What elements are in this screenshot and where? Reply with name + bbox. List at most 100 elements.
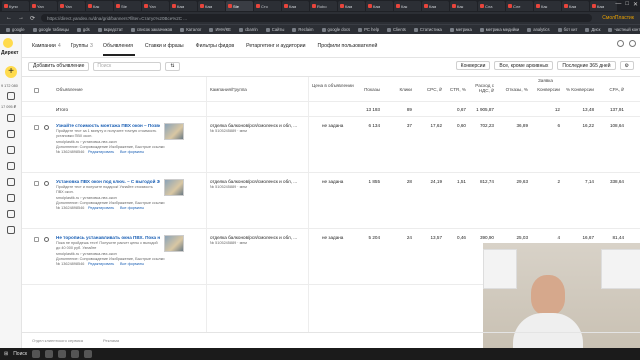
browser-tab[interactable]: Кам [422, 1, 449, 11]
browser-tab[interactable]: Ste [226, 1, 253, 11]
ad-title[interactable]: Не торопись устанавливать окна ПВХ. Пока… [56, 235, 160, 240]
browser-tab[interactable]: Кам [338, 1, 365, 11]
ad-formats-link[interactable]: Все форматы [120, 206, 144, 211]
campaign-name[interactable]: отделка балконов/рся/смоленск и обл, ... [210, 123, 304, 128]
browser-tab[interactable]: Как [394, 1, 421, 11]
taskbar-app-icon[interactable] [58, 350, 67, 358]
topnav-tab[interactable]: Ретаргетинг и аудитории [246, 43, 307, 49]
browser-tab[interactable]: Кам [170, 1, 197, 11]
tools-icon[interactable] [7, 146, 15, 154]
browser-tab[interactable]: Сле [506, 1, 533, 11]
browser-tab[interactable]: Сла [478, 1, 505, 11]
taskbar-app-icon[interactable] [84, 350, 93, 358]
browser-tab[interactable]: Кам [282, 1, 309, 11]
col-ctr[interactable]: CTR, % [442, 87, 466, 92]
browser-tab[interactable]: Кам [562, 1, 589, 11]
bookmark-item[interactable]: Статистика [414, 27, 442, 32]
col-ad[interactable]: Объявление [56, 87, 83, 92]
topnav-tab[interactable]: Профили пользователей [318, 43, 380, 49]
row-gear-icon[interactable] [44, 125, 49, 130]
ad-price[interactable]: не задана [322, 235, 343, 240]
create-plus-button[interactable]: + [5, 66, 17, 78]
campaigns-icon[interactable] [7, 114, 15, 122]
bookmark-item[interactable]: google [6, 27, 25, 32]
settings-icon[interactable] [7, 210, 15, 218]
browser-tab[interactable]: Robo [310, 1, 337, 11]
user-avatar-icon[interactable] [629, 40, 636, 47]
col-impressions[interactable]: Показы [352, 87, 380, 92]
browser-tab[interactable]: Как [450, 1, 477, 11]
browser-tab[interactable]: Кам [590, 1, 617, 11]
campaign-name[interactable]: отделка балконов/рся/смоленск и обл, ... [210, 179, 304, 184]
col-cpa[interactable]: CPA, ₽ [598, 87, 624, 92]
reload-icon[interactable]: ⟳ [30, 15, 35, 22]
help-icon[interactable] [7, 226, 15, 234]
url-field[interactable]: https://direct.yandex.ru/dna/grid/banner… [41, 14, 593, 22]
col-clicks[interactable]: Клики [386, 87, 413, 92]
library-icon[interactable] [7, 194, 15, 202]
taskbar-app-icon[interactable] [32, 350, 41, 358]
row-gear-icon[interactable] [44, 181, 49, 186]
bookmark-item[interactable]: метрика [450, 27, 472, 32]
browser-tab[interactable]: Как [534, 1, 561, 11]
row-gear-icon[interactable] [44, 237, 49, 242]
bookmark-item[interactable]: бот кит [558, 27, 578, 32]
col-price[interactable]: Цена в объявлении [312, 83, 356, 88]
campaign-name[interactable]: отделка балконов/рся/смоленск и обл, ... [210, 235, 304, 240]
bookmark-item[interactable]: cbarrin [239, 27, 258, 32]
bookmark-item[interactable]: частный контракт - Бу... [608, 27, 640, 32]
browser-tab[interactable]: Как [86, 1, 113, 11]
back-icon[interactable]: ← [6, 15, 12, 21]
bookmark-item[interactable]: список заказчиков [131, 27, 172, 32]
topnav-tab[interactable]: Фильтры фидов [196, 43, 236, 49]
bookmark-item[interactable]: Сайты [266, 27, 285, 32]
bookmark-item[interactable]: gds [77, 27, 90, 32]
grid-settings-icon[interactable]: ⚙ [619, 61, 634, 70]
goal-group-header[interactable]: Заявка [538, 78, 553, 83]
browser-tab[interactable]: Сто [254, 1, 281, 11]
audience-icon[interactable] [7, 162, 15, 170]
browser-tab[interactable]: Кам [366, 1, 393, 11]
bookmark-item[interactable]: Clients [387, 27, 406, 32]
col-bounce[interactable]: Отказы, % [498, 87, 528, 92]
browser-tab[interactable]: Yan [142, 1, 169, 11]
search-input[interactable]: Поиск [93, 61, 162, 71]
ad-edit-link[interactable]: Редактировать [88, 150, 114, 155]
bookmark-item[interactable]: вкредстат [98, 27, 123, 32]
ad-formats-link[interactable]: Все форматы [120, 150, 144, 155]
feeds-icon[interactable] [7, 178, 15, 186]
bookmark-item[interactable]: google таблицы [33, 27, 69, 32]
col-spend[interactable]: Расход с НДС, ₽ [468, 83, 494, 94]
row-checkbox[interactable] [34, 125, 39, 130]
topnav-tab[interactable]: Объявления [102, 43, 135, 56]
bookmark-item[interactable]: метрика медийки [480, 27, 519, 32]
row-checkbox[interactable] [34, 181, 39, 186]
footer-ads-link[interactable]: Реклама [103, 338, 119, 343]
direct-logo-icon[interactable] [3, 38, 13, 48]
col-conv-rate[interactable]: % Конверсии [562, 87, 594, 92]
browser-tab[interactable]: Кам [198, 1, 225, 11]
browser-tab[interactable]: Ste [114, 1, 141, 11]
browser-tab[interactable]: Купи [2, 1, 29, 11]
bookmark-item[interactable]: google docs [322, 27, 351, 32]
bookmark-item[interactable]: Диск [585, 27, 600, 32]
topnav-tab[interactable]: Группы 3 [71, 43, 93, 49]
profile-label[interactable]: СмолПластик [602, 15, 634, 21]
row-checkbox[interactable] [34, 237, 39, 242]
bookmark-item[interactable]: analytics [527, 27, 549, 32]
window-controls[interactable]: — □ ✕ [615, 1, 638, 8]
conversions-select[interactable]: Конверсии [455, 61, 491, 70]
browser-tab[interactable]: Yan [58, 1, 85, 11]
select-all-checkbox[interactable] [34, 88, 39, 93]
notifications-icon[interactable] [617, 40, 624, 47]
footer-support-link[interactable]: Отдел клиентского сервиса [32, 338, 83, 343]
ad-edit-link[interactable]: Редактировать [88, 206, 114, 211]
topnav-tab[interactable]: Ставки и фразы [145, 43, 186, 49]
filter-icon[interactable]: ⇅ [165, 61, 180, 71]
ad-title[interactable]: Установка ПВХ окон под ключ. – С выгодой… [56, 179, 160, 184]
ad-edit-link[interactable]: Редактировать [88, 262, 114, 267]
bookmark-item[interactable]: PC help [358, 27, 379, 32]
taskbar-app-icon[interactable] [45, 350, 54, 358]
start-icon[interactable]: ⊞ [4, 351, 8, 357]
stats-icon[interactable] [7, 130, 15, 138]
